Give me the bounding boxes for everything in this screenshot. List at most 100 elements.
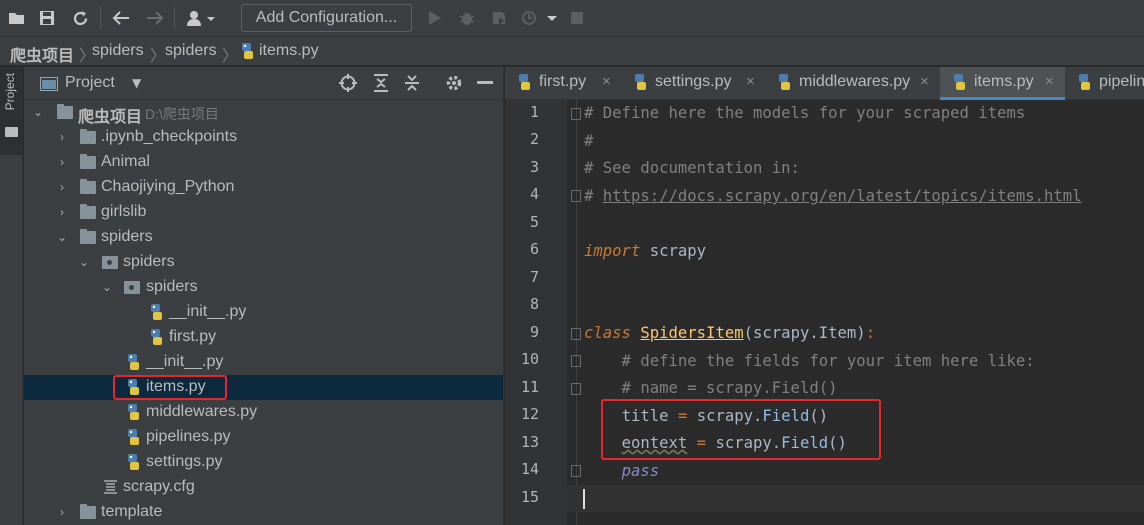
tree-item-girlslib[interactable]: › girlslib bbox=[24, 200, 503, 225]
save-icon[interactable] bbox=[38, 9, 56, 27]
tab-label: first.py bbox=[539, 73, 587, 90]
python-file-icon bbox=[125, 354, 141, 371]
toolbar-separator bbox=[174, 7, 175, 29]
tree-item-label: pipelines.py bbox=[146, 428, 231, 445]
tree-item-label: __init__.py bbox=[146, 353, 224, 370]
chevron-right-icon[interactable]: › bbox=[56, 130, 68, 144]
tree-item-template[interactable]: › template bbox=[24, 500, 503, 525]
run-icon[interactable] bbox=[426, 9, 444, 27]
breadcrumb-spiders[interactable]: spiders bbox=[92, 42, 144, 60]
project-panel-title[interactable]: Project bbox=[65, 74, 115, 92]
chevron-down-icon[interactable]: ▼ bbox=[132, 76, 141, 90]
tab-first-py[interactable]: first.py × bbox=[505, 67, 621, 100]
breadcrumb-project[interactable]: 爬虫项目 bbox=[10, 42, 74, 66]
sync-icon[interactable] bbox=[71, 9, 89, 27]
chevron-right-icon: 〉 bbox=[222, 48, 239, 65]
close-icon[interactable]: × bbox=[1045, 73, 1054, 90]
stop-icon[interactable] bbox=[568, 9, 586, 27]
tree-item-label: __init__.py bbox=[169, 303, 247, 320]
project-stripe-label: Project bbox=[3, 73, 17, 111]
tree-item-animal[interactable]: › Animal bbox=[24, 150, 503, 175]
chevron-right-icon[interactable]: › bbox=[56, 180, 68, 194]
line-number: 3 bbox=[529, 158, 539, 176]
folder-icon bbox=[80, 229, 96, 244]
tab-middlewares-py[interactable]: middlewares.py × bbox=[765, 67, 940, 100]
profile-icon[interactable] bbox=[520, 9, 560, 27]
documentation-link[interactable]: https://docs.scrapy.org/en/latest/topics… bbox=[603, 187, 1082, 205]
breadcrumb-spiders-inner[interactable]: spiders bbox=[165, 42, 217, 60]
tree-item-spiders[interactable]: ⌄ spiders bbox=[24, 225, 503, 250]
expand-all-icon[interactable] bbox=[371, 73, 391, 93]
main-toolbar: Add Configuration... bbox=[0, 0, 1144, 37]
run-configuration-user-icon[interactable] bbox=[186, 9, 216, 27]
line-number: 2 bbox=[529, 130, 539, 148]
line-number: 11 bbox=[520, 378, 539, 396]
python-file-icon bbox=[632, 74, 648, 91]
tree-item-scrapy-cfg[interactable]: scrapy.cfg bbox=[24, 475, 503, 500]
python-file-icon bbox=[239, 43, 255, 60]
tab-items-py[interactable]: items.py × bbox=[940, 67, 1065, 100]
tree-item-label: template bbox=[101, 503, 163, 520]
project-panel-header: Project ▼ bbox=[24, 67, 503, 100]
debug-icon[interactable] bbox=[458, 9, 476, 27]
tree-item-spiders-package[interactable]: ⌄ spiders bbox=[24, 250, 503, 275]
line-number: 13 bbox=[520, 433, 539, 451]
code-line-1: # Define here the models for your scrape… bbox=[584, 104, 1026, 122]
collapse-all-icon[interactable] bbox=[402, 73, 422, 93]
chevron-right-icon[interactable]: › bbox=[56, 505, 68, 519]
back-arrow-icon[interactable] bbox=[112, 9, 130, 27]
tree-item-first-py[interactable]: first.py bbox=[24, 325, 503, 350]
chevron-right-icon[interactable]: › bbox=[56, 155, 68, 169]
coverage-icon[interactable] bbox=[490, 9, 508, 27]
open-folder-icon[interactable] bbox=[8, 9, 26, 27]
python-file-icon bbox=[125, 429, 141, 446]
highlight-box bbox=[601, 399, 881, 460]
breadcrumb-file[interactable]: items.py bbox=[259, 42, 319, 60]
tree-item-label: .ipynb_checkpoints bbox=[101, 128, 238, 145]
python-file-icon bbox=[148, 304, 164, 321]
tree-item-spiders-subpackage[interactable]: ⌄ spiders bbox=[24, 275, 503, 300]
chevron-down-icon[interactable]: ⌄ bbox=[101, 280, 113, 294]
project-panel: Project ▼ ⌄ 爬虫项目 D:\爬虫项目 › .ipynb_checkp… bbox=[24, 67, 504, 525]
tree-item-items-py[interactable]: items.py bbox=[24, 375, 503, 400]
project-tool-window-button[interactable]: Project bbox=[0, 67, 23, 155]
tab-label: items.py bbox=[974, 73, 1034, 90]
tree-item-init-inner[interactable]: __init__.py bbox=[24, 300, 503, 325]
tree-item-ipynb-checkpoints[interactable]: › .ipynb_checkpoints bbox=[24, 125, 503, 150]
tree-item-label: spiders bbox=[123, 253, 175, 270]
code-area[interactable]: # Define here the models for your scrape… bbox=[567, 100, 1144, 525]
text-caret bbox=[583, 489, 585, 509]
chevron-right-icon[interactable]: › bbox=[56, 205, 68, 219]
gear-icon[interactable] bbox=[444, 73, 464, 93]
add-configuration-button[interactable]: Add Configuration... bbox=[241, 4, 412, 32]
tab-settings-py[interactable]: settings.py × bbox=[621, 67, 765, 100]
highlight-box bbox=[113, 375, 227, 400]
project-tree: ⌄ 爬虫项目 D:\爬虫项目 › .ipynb_checkpoints › An… bbox=[24, 100, 503, 525]
line-number: 14 bbox=[520, 460, 539, 478]
minimize-icon[interactable] bbox=[475, 73, 495, 93]
tree-item-root[interactable]: ⌄ 爬虫项目 D:\爬虫项目 bbox=[24, 100, 503, 126]
code-line-2: # bbox=[584, 132, 594, 150]
code-line-11: # name = scrapy.Field() bbox=[584, 379, 838, 397]
tab-label: middlewares.py bbox=[799, 73, 911, 90]
line-number: 4 bbox=[529, 185, 539, 203]
tree-item-middlewares-py[interactable]: middlewares.py bbox=[24, 400, 503, 425]
line-number: 6 bbox=[529, 240, 539, 258]
close-icon[interactable]: × bbox=[746, 73, 755, 90]
locate-target-icon[interactable] bbox=[338, 73, 358, 93]
close-icon[interactable]: × bbox=[602, 73, 611, 90]
tree-item-settings-py[interactable]: settings.py bbox=[24, 450, 503, 475]
chevron-down-icon[interactable]: ⌄ bbox=[56, 230, 68, 244]
line-number: 7 bbox=[529, 268, 539, 286]
tree-item-pipelines-py[interactable]: pipelines.py bbox=[24, 425, 503, 450]
forward-arrow-icon[interactable] bbox=[146, 9, 164, 27]
folder-icon bbox=[80, 154, 96, 169]
tab-pipelines-py[interactable]: pipelines.py bbox=[1065, 67, 1144, 100]
code-line-4: # https://docs.scrapy.org/en/latest/topi… bbox=[584, 187, 1082, 205]
tree-item-chaojiying[interactable]: › Chaojiying_Python bbox=[24, 175, 503, 200]
chevron-down-icon[interactable]: ⌄ bbox=[78, 255, 90, 269]
chevron-down-icon[interactable]: ⌄ bbox=[32, 105, 44, 119]
close-icon[interactable]: × bbox=[920, 73, 929, 90]
line-number: 5 bbox=[529, 213, 539, 231]
tree-item-init-outer[interactable]: __init__.py bbox=[24, 350, 503, 375]
